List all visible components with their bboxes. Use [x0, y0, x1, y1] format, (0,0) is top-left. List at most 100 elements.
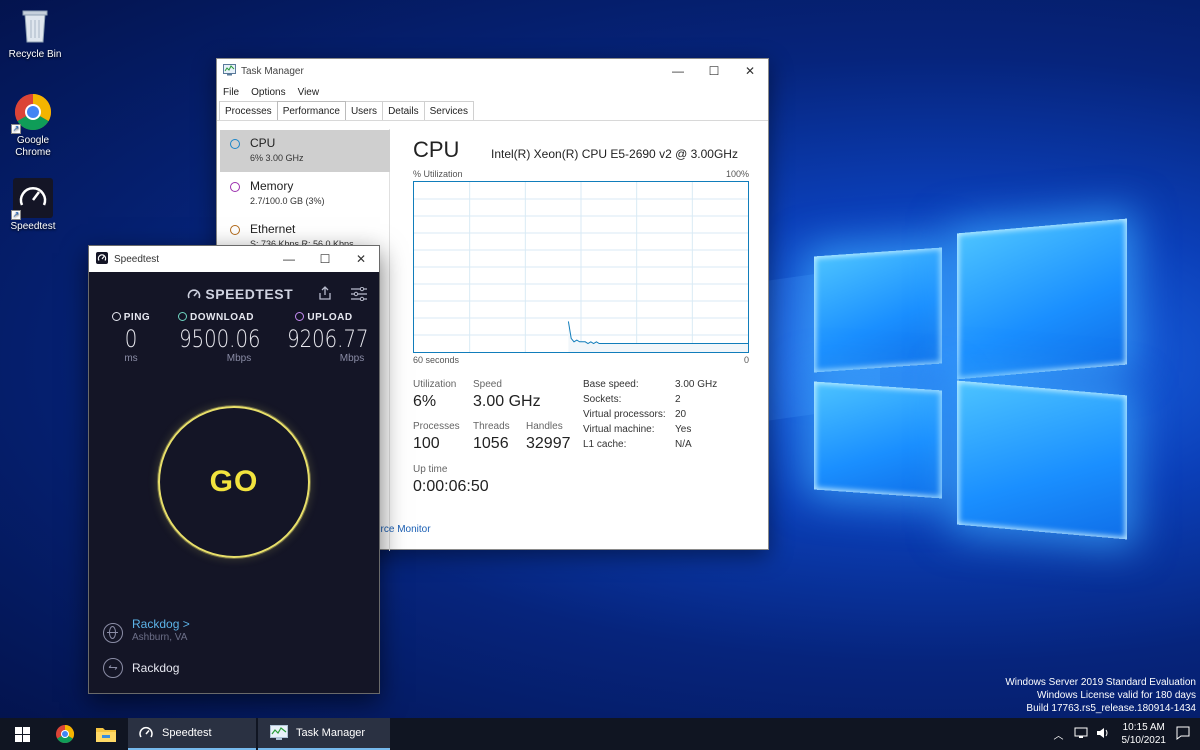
speedtest-icon	[139, 727, 153, 738]
chrome-icon: ↗	[11, 92, 53, 134]
sidebar-item-label: Ethernet	[250, 222, 296, 236]
windows-start-icon	[14, 726, 30, 742]
speedtest-window[interactable]: Speedtest — ☐ ✕ SPEEDTEST PING 0 ms DOWN…	[88, 245, 380, 694]
settings-sliders-icon[interactable]	[350, 286, 368, 304]
metric-label: PING	[123, 312, 151, 323]
stat-processes: Processes 100	[413, 421, 460, 453]
download-icon	[178, 312, 187, 321]
logo-pane-bottom-right	[957, 380, 1127, 540]
speedtest-app-icon	[96, 251, 108, 267]
minimize-button[interactable]: —	[660, 64, 696, 78]
provider-icon	[103, 658, 123, 678]
metric-value: 9500.06	[179, 325, 261, 353]
ethernet-indicator-icon	[230, 225, 240, 235]
chevron-up-icon[interactable]: ︿	[1054, 727, 1064, 742]
cpu-indicator-icon	[230, 139, 240, 149]
stat-label: Utilization	[413, 379, 457, 390]
go-button[interactable]: GO	[158, 406, 310, 558]
clock[interactable]: 10:15 AM 5/10/2021	[1122, 721, 1167, 747]
share-icon[interactable]	[318, 286, 332, 303]
cpu-graph-svg	[414, 182, 748, 352]
tab-users[interactable]: Users	[344, 101, 384, 120]
ping-icon	[111, 312, 121, 321]
chrome-icon	[56, 725, 75, 744]
tab-bar: Processes Performance Users Details Serv…	[217, 101, 768, 121]
sidebar-item-detail: 6% 3.00 GHz	[250, 153, 304, 163]
spec-label: Base speed:	[583, 379, 639, 390]
spec-base-speed: Base speed: 3.00 GHz	[583, 379, 743, 390]
tab-processes[interactable]: Processes	[219, 101, 278, 120]
desktop-icon-speedtest[interactable]: ↗ Speedtest	[0, 178, 68, 233]
spec-label: Virtual machine:	[583, 424, 655, 435]
start-button[interactable]	[0, 718, 44, 750]
spec-sockets: Sockets: 2	[583, 394, 743, 405]
tab-performance[interactable]: Performance	[276, 101, 346, 120]
stat-label: Threads	[473, 421, 510, 432]
spec-label: Virtual processors:	[583, 409, 666, 420]
desktop-icon-label: Google Chrome	[15, 135, 51, 158]
desktop-icon-label: Speedtest	[10, 221, 56, 232]
globe-icon	[103, 623, 123, 643]
title-bar[interactable]: Speedtest — ☐ ✕	[89, 246, 379, 272]
metric-label: DOWNLOAD	[190, 312, 254, 323]
tab-details[interactable]: Details	[382, 101, 425, 120]
speedtest-icon: ↗	[11, 178, 53, 220]
spec-value: 20	[675, 409, 687, 420]
sidebar-item-cpu[interactable]: CPU 6% 3.00 GHz	[220, 130, 390, 172]
metric-value: 0	[124, 325, 138, 353]
cpu-usage-line	[567, 321, 748, 345]
speedtest-logo-icon	[187, 289, 201, 299]
taskbar-task-manager-button[interactable]: Task Manager	[258, 718, 390, 750]
metric-unit: Mbps	[339, 353, 365, 364]
resource-monitor-link[interactable]: urce Monitor	[375, 524, 431, 535]
stat-value: 1056	[473, 435, 509, 452]
utilization-axis-label: % Utilization	[413, 169, 463, 179]
stat-value: 0:00:06:50	[413, 478, 489, 495]
stat-label: Speed	[473, 379, 502, 390]
utilization-max-label: 100%	[725, 169, 749, 179]
desktop-icon-recycle-bin[interactable]: Recycle Bin	[0, 6, 70, 61]
notifications-icon[interactable]	[1176, 726, 1190, 743]
menu-view[interactable]: View	[298, 87, 320, 98]
stat-value: 32997	[526, 435, 571, 452]
window-title: Task Manager	[241, 65, 304, 77]
ping-metric: PING 0 ms	[101, 312, 161, 364]
spec-value: 3.00 GHz	[675, 379, 718, 390]
title-bar[interactable]: Task Manager — ☐ ✕	[217, 59, 768, 83]
taskbar-chrome-button[interactable]	[44, 718, 86, 750]
task-manager-icon	[223, 63, 236, 79]
stat-label: Up time	[413, 464, 448, 475]
graph-time-right: 0	[743, 355, 749, 365]
cpu-usage-area	[568, 321, 748, 352]
network-icon[interactable]	[1074, 727, 1088, 742]
menu-options[interactable]: Options	[251, 87, 285, 98]
volume-icon[interactable]	[1096, 727, 1110, 742]
sidebar-item-label: CPU	[250, 136, 276, 150]
desktop-icon-chrome[interactable]: ↗ Google Chrome	[0, 92, 68, 159]
server-link[interactable]: Rackdog >	[132, 617, 190, 631]
tab-services[interactable]: Services	[423, 101, 474, 120]
upload-icon	[295, 312, 305, 321]
download-metric: DOWNLOAD 9500.06 Mbps	[171, 312, 261, 364]
sidebar-item-memory[interactable]: Memory 2.7/100.0 GB (3%)	[220, 173, 390, 215]
spec-value: 2	[675, 394, 681, 405]
close-button[interactable]: ✕	[732, 64, 768, 78]
logo-pane-top-left	[814, 247, 942, 373]
maximize-button[interactable]: ☐	[307, 252, 343, 266]
provider-name[interactable]: Rackdog	[132, 661, 179, 675]
spec-virtual-machine: Virtual machine: Yes	[583, 424, 743, 435]
maximize-button[interactable]: ☐	[696, 64, 732, 78]
cpu-model: Intel(R) Xeon(R) CPU E5-2690 v2 @ 3.00GH…	[491, 147, 738, 161]
stat-utilization: Utilization 6%	[413, 379, 456, 411]
spec-value: Yes	[675, 424, 692, 435]
stat-threads: Threads 1056	[473, 421, 510, 453]
stat-speed: Speed 3.00 GHz	[473, 379, 541, 411]
spec-label: Sockets:	[583, 394, 622, 405]
spec-value: N/A	[675, 439, 692, 450]
taskbar-speedtest-button[interactable]: Speedtest	[128, 718, 256, 750]
close-button[interactable]: ✕	[343, 252, 379, 266]
sidebar-item-label: Memory	[250, 179, 294, 193]
menu-file[interactable]: File	[223, 87, 239, 98]
minimize-button[interactable]: —	[271, 252, 307, 266]
taskbar-explorer-button[interactable]	[86, 718, 126, 750]
